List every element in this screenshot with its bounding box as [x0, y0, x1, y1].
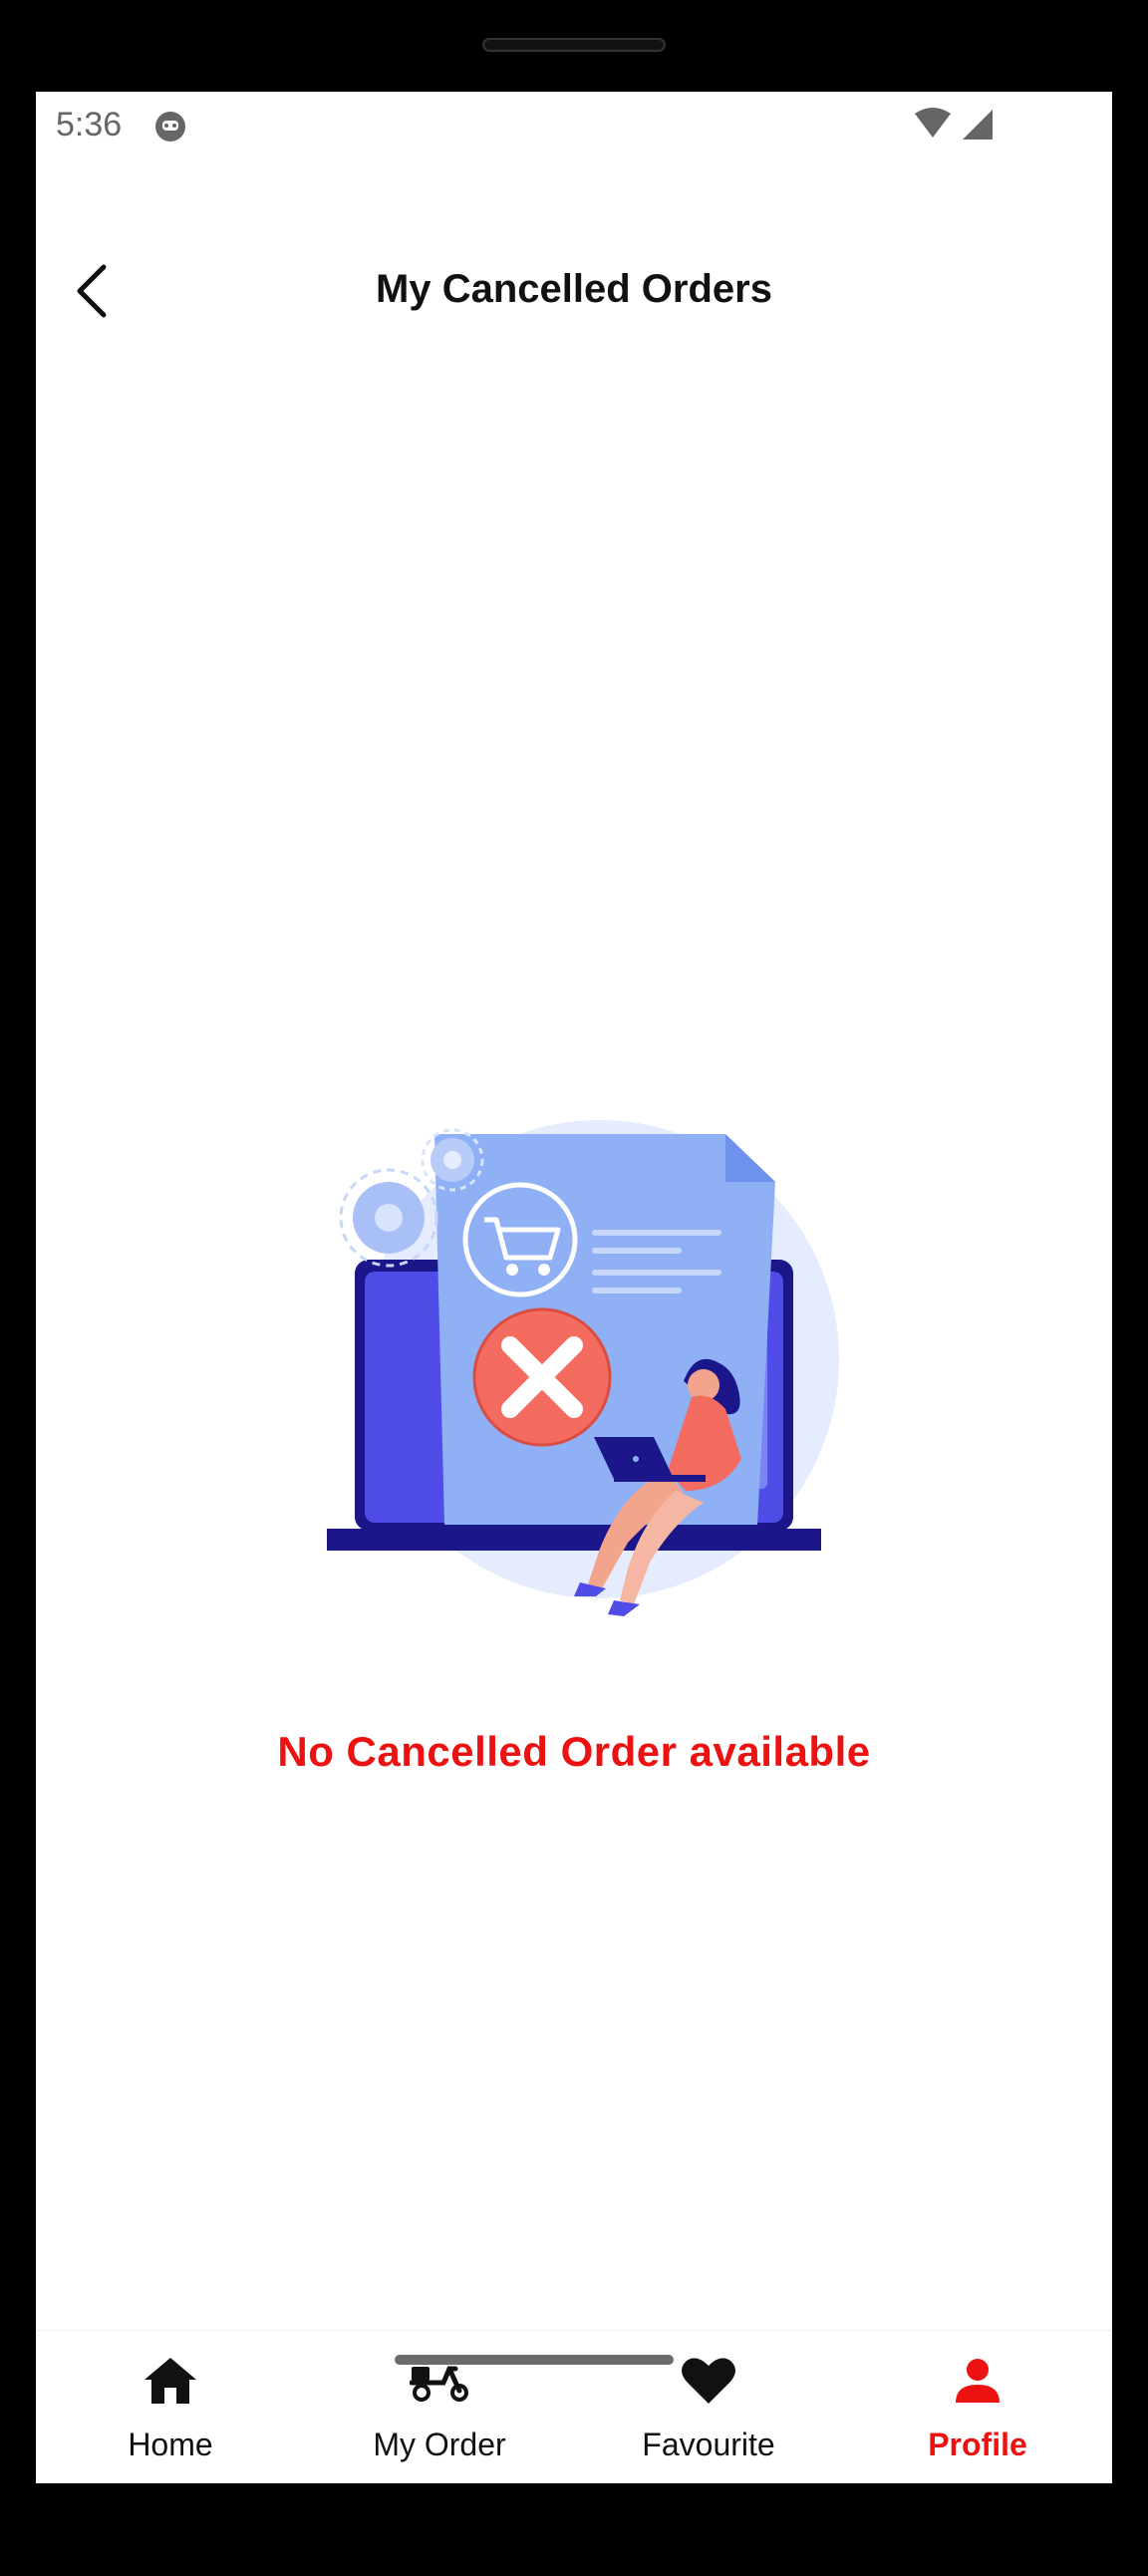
scooter-icon: [410, 2366, 468, 2402]
empty-state-message: No Cancelled Order available: [277, 1728, 871, 1775]
wifi-icon: [915, 108, 951, 138]
cellular-icon: [963, 110, 993, 140]
nav-item-favourite[interactable]: Favourite: [574, 2331, 843, 2483]
app-screen: 5:36 My Cancelled Orders No Cancelled Or…: [36, 92, 1112, 2483]
nav-item-profile[interactable]: Profile: [843, 2331, 1112, 2483]
status-time: 5:36: [56, 106, 123, 143]
heart-icon: [682, 2358, 735, 2404]
header: My Cancelled Orders: [36, 251, 1112, 331]
nav-label-profile: Profile: [928, 2427, 1027, 2462]
status-bar: 5:36: [36, 92, 1112, 161]
nav-item-my-order[interactable]: My Order: [305, 2331, 574, 2483]
cancelled-order-illustration: [327, 1120, 839, 1616]
nav-item-home[interactable]: Home: [36, 2331, 305, 2483]
person-icon: [956, 2359, 1000, 2403]
device-speaker: [482, 38, 666, 52]
home-icon: [144, 2358, 196, 2404]
home-indicator[interactable]: [395, 2355, 674, 2365]
bottom-navigation: Home My Order Favourite Profile: [36, 2330, 1112, 2483]
page-title: My Cancelled Orders: [376, 267, 772, 311]
app-notification-icon: [155, 112, 185, 142]
device-frame: 5:36 My Cancelled Orders No Cancelled Or…: [0, 0, 1148, 2576]
nav-label-home: Home: [128, 2427, 213, 2462]
signal-icons: [915, 108, 993, 140]
nav-label-my-order: My Order: [373, 2427, 506, 2462]
nav-label-favourite: Favourite: [642, 2427, 775, 2462]
